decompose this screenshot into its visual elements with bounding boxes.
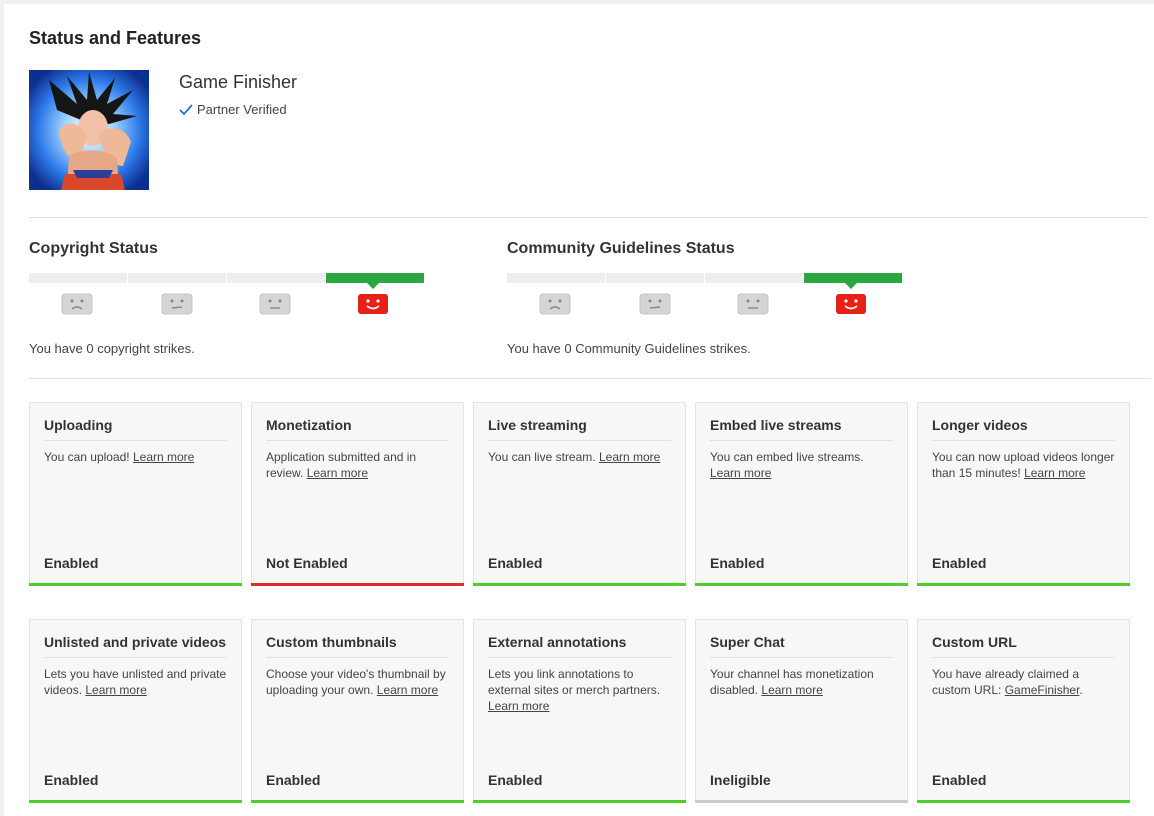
feature-status: Enabled [44,555,99,571]
community-strike-bar [507,273,903,289]
feature-description: Your channel has monetization disabled. … [710,667,874,697]
feature-title: Custom URL [932,634,1115,658]
learn-more-link[interactable]: Learn more [133,450,194,464]
copyright-strike-count-text: You have 0 copyright strikes. [29,341,195,356]
strike-segment [705,273,803,283]
feature-title: Live streaming [488,417,671,441]
feature-status-bar [29,583,242,586]
feature-status-bar [695,583,908,586]
feature-card-unlisted-private-videos: Unlisted and private videos Lets you hav… [29,619,242,803]
feature-title: Monetization [266,417,449,441]
feature-description: Lets you have unlisted and private video… [44,667,227,697]
strike-segment [128,273,226,283]
community-strike-count-text: You have 0 Community Guidelines strikes. [507,341,751,356]
community-guidelines-status-section: Community Guidelines Status You have 0 C… [507,240,927,356]
feature-status: Enabled [266,772,321,788]
feature-card-super-chat: Super Chat Your channel has monetization… [695,619,908,803]
feature-status: Enabled [488,772,543,788]
feature-title: Unlisted and private videos [44,634,227,658]
feature-card-longer-videos: Longer videos You can now upload videos … [917,402,1130,586]
feature-title: Embed live streams [710,417,893,441]
strike-segment [507,273,605,283]
channel-avatar-anime-character-icon [29,70,149,190]
channel-avatar[interactable] [29,70,149,190]
community-strike-faces [507,293,903,325]
happy-face-icon [358,294,388,314]
copyright-strike-bar [29,273,425,289]
feature-status: Enabled [932,555,987,571]
partner-verified-label: Partner Verified [197,102,287,117]
feature-card-monetization: Monetization Application submitted and i… [251,402,464,586]
strike-segment [606,273,704,283]
learn-more-link[interactable]: Learn more [377,683,438,697]
feature-status-bar [473,583,686,586]
feature-status-bar [695,800,908,803]
feature-card-live-streaming: Live streaming You can live stream. Lear… [473,402,686,586]
feature-title: External annotations [488,634,671,658]
channel-name[interactable]: Game Finisher [179,72,297,93]
strike-segment-active [804,273,902,289]
feature-description: You can embed live streams. Learn more [710,450,864,480]
custom-url-link[interactable]: GameFinisher [1005,683,1080,697]
learn-more-link[interactable]: Learn more [599,450,660,464]
learn-more-link[interactable]: Learn more [761,683,822,697]
feature-card-embed-live-streams: Embed live streams You can embed live st… [695,402,908,586]
partner-verified-badge: Partner Verified [179,102,287,117]
feature-card-custom-thumbnails: Custom thumbnails Choose your video's th… [251,619,464,803]
divider [29,378,1151,379]
feature-card-uploading: Uploading You can upload! Learn more Ena… [29,402,242,586]
feature-status: Enabled [488,555,543,571]
feature-description: You can now upload videos longer than 15… [932,450,1115,480]
feature-description: Lets you link annotations to external si… [488,667,661,713]
feature-status-bar [917,800,1130,803]
feature-status-bar [473,800,686,803]
copyright-status-section: Copyright Status You have 0 copyright st… [29,240,449,356]
sad-face-icon [539,293,571,315]
learn-more-link[interactable]: Learn more [1024,466,1085,480]
feature-status-bar [251,800,464,803]
feature-description: You can upload! Learn more [44,450,195,464]
feature-description: Choose your video's thumbnail by uploadi… [266,667,446,697]
status-and-features-page: Status and Features Game Finisher Partne… [4,4,1154,816]
feature-status-bar [251,583,464,586]
happy-face-icon [836,294,866,314]
feature-status: Enabled [932,772,987,788]
feature-title: Super Chat [710,634,893,658]
learn-more-link[interactable]: Learn more [307,466,368,480]
feature-status: Ineligible [710,772,771,788]
feature-description: You can live stream. Learn more [488,450,661,464]
neutral-face-icon [639,293,671,315]
feature-description: Application submitted and in review. Lea… [266,450,417,480]
strike-segment [29,273,127,283]
strike-segment-active [326,273,424,289]
feature-title: Uploading [44,417,227,441]
copyright-status-title: Copyright Status [29,240,158,257]
feature-status-bar [917,583,1130,586]
learn-more-link[interactable]: Learn more [85,683,146,697]
page-title: Status and Features [29,28,202,48]
feature-status: Not Enabled [266,555,348,571]
feature-status: Enabled [44,772,99,788]
divider [29,217,1149,218]
feature-title: Custom thumbnails [266,634,449,658]
feature-status: Enabled [710,555,765,571]
copyright-strike-faces [29,293,425,325]
feature-card-external-annotations: External annotations Lets you link annot… [473,619,686,803]
neutral-face-icon [737,293,769,315]
checkmark-icon [179,103,193,116]
sad-face-icon [61,293,93,315]
learn-more-link[interactable]: Learn more [488,699,549,713]
neutral-face-icon [161,293,193,315]
feature-status-bar [29,800,242,803]
feature-card-custom-url: Custom URL You have already claimed a cu… [917,619,1130,803]
feature-title: Longer videos [932,417,1115,441]
feature-description: You have already claimed a custom URL: G… [932,667,1083,697]
learn-more-link[interactable]: Learn more [710,466,771,480]
community-guidelines-status-title: Community Guidelines Status [507,240,735,257]
strike-segment [227,273,325,283]
neutral-face-icon [259,293,291,315]
